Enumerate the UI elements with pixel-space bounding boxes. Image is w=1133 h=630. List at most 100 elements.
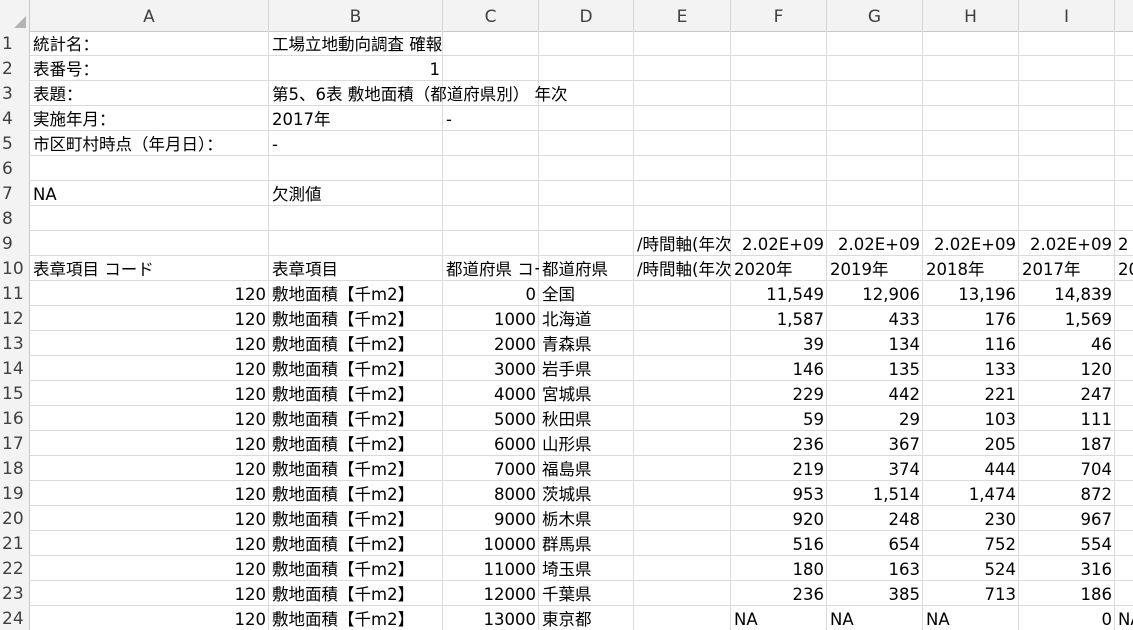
cell-value-2020[interactable]: 516	[731, 531, 827, 556]
cell-header[interactable]: 2018年	[923, 256, 1019, 281]
cell-item-code[interactable]: 120	[30, 356, 269, 381]
cell-pref[interactable]: 茨城県	[539, 481, 634, 506]
cell-pref[interactable]: 青森県	[539, 331, 634, 356]
cell-value-2017[interactable]: 967	[1019, 506, 1115, 531]
cell-item-code[interactable]: 120	[30, 606, 269, 630]
row-header-3[interactable]: 3	[0, 81, 30, 106]
column-header-i[interactable]: I	[1019, 0, 1115, 31]
row-header-6[interactable]: 6	[0, 156, 30, 181]
cell-value-2019[interactable]: 134	[827, 331, 923, 356]
cell-item[interactable]: 敷地面積【千m2】	[269, 606, 443, 630]
cell-value-2017[interactable]: 872	[1019, 481, 1115, 506]
cell-pref-code[interactable]: 0	[443, 281, 539, 306]
cell-value-2020[interactable]: 953	[731, 481, 827, 506]
cell-value-2018[interactable]: 524	[923, 556, 1019, 581]
cell-value-2018[interactable]: 116	[923, 331, 1019, 356]
cell-pref-code[interactable]: 5000	[443, 406, 539, 431]
cell-value-2018[interactable]: 133	[923, 356, 1019, 381]
cell-pref-code[interactable]: 8000	[443, 481, 539, 506]
cell-value-2017[interactable]: 554	[1019, 531, 1115, 556]
cell-value-2020[interactable]: 219	[731, 456, 827, 481]
cell-pref[interactable]: 千葉県	[539, 581, 634, 606]
cell-value[interactable]: -	[269, 131, 443, 156]
cell-pref[interactable]: 岩手県	[539, 356, 634, 381]
cell-pref-code[interactable]: 4000	[443, 381, 539, 406]
cell-value-2020[interactable]: 1,587	[731, 306, 827, 331]
cell-value-2019[interactable]: NA	[827, 606, 923, 630]
cell-item[interactable]: 敷地面積【千m2】	[269, 556, 443, 581]
cell-item-code[interactable]: 120	[30, 431, 269, 456]
cell-value-2017[interactable]: 704	[1019, 456, 1115, 481]
cell-item-code[interactable]: 120	[30, 506, 269, 531]
row-header-7[interactable]: 7	[0, 181, 30, 206]
row-header-4[interactable]: 4	[0, 106, 30, 131]
cell-value-2020[interactable]: 146	[731, 356, 827, 381]
cell-pref-code[interactable]: 7000	[443, 456, 539, 481]
cell-header[interactable]: 表章項目	[269, 256, 443, 281]
cell-time-code[interactable]: 2	[1115, 231, 1133, 256]
row-header-12[interactable]: 12	[0, 306, 30, 331]
cell-header[interactable]: 2020年	[731, 256, 827, 281]
cell-value-2019[interactable]: 163	[827, 556, 923, 581]
row-header-18[interactable]: 18	[0, 456, 30, 481]
cell-value-2020[interactable]: 236	[731, 581, 827, 606]
column-header-d[interactable]: D	[539, 0, 634, 31]
cell-item[interactable]: 敷地面積【千m2】	[269, 381, 443, 406]
cell-value-2018[interactable]: 103	[923, 406, 1019, 431]
cell-pref-code[interactable]: 1000	[443, 306, 539, 331]
cell-value-2017[interactable]: 0	[1019, 606, 1115, 630]
cell-item[interactable]: 敷地面積【千m2】	[269, 456, 443, 481]
cell-header[interactable]: 都道府県	[539, 256, 634, 281]
cell-item-code[interactable]: 120	[30, 381, 269, 406]
cell-value-2020[interactable]: 236	[731, 431, 827, 456]
column-header-f[interactable]: F	[731, 0, 827, 31]
cell-item[interactable]: 敷地面積【千m2】	[269, 431, 443, 456]
cell-item-code[interactable]: 120	[30, 456, 269, 481]
cell-item-code[interactable]: 120	[30, 306, 269, 331]
cell-label[interactable]: 統計名：	[30, 31, 102, 56]
cell-value-2020[interactable]: NA	[731, 606, 827, 630]
row-header-10[interactable]: 10	[0, 256, 30, 281]
cell-value-2016[interactable]: NA	[1115, 606, 1133, 630]
cell-value-2020[interactable]: 180	[731, 556, 827, 581]
cell-value-2018[interactable]: 221	[923, 381, 1019, 406]
cell-item-code[interactable]: 120	[30, 406, 269, 431]
cell-value[interactable]: 1	[269, 56, 443, 81]
row-header-16[interactable]: 16	[0, 406, 30, 431]
cell-value-2017[interactable]: 187	[1019, 431, 1115, 456]
cell-value-2018[interactable]: 205	[923, 431, 1019, 456]
cell-time-code[interactable]: 2.02E+09	[731, 231, 827, 256]
cell-value-2018[interactable]: 713	[923, 581, 1019, 606]
row-header-23[interactable]: 23	[0, 581, 30, 606]
cell-label[interactable]: 実施年月：	[30, 106, 119, 131]
row-header-1[interactable]: 1	[0, 31, 30, 56]
column-header-g[interactable]: G	[827, 0, 923, 31]
cell-item[interactable]: 敷地面積【千m2】	[269, 406, 443, 431]
cell-value-2018[interactable]: 230	[923, 506, 1019, 531]
cell-value-2020[interactable]: 39	[731, 331, 827, 356]
cell-pref-code[interactable]: 12000	[443, 581, 539, 606]
row-header-11[interactable]: 11	[0, 281, 30, 306]
cell-label[interactable]: 表題：	[30, 81, 86, 106]
cell-time-code[interactable]: 2.02E+09	[1019, 231, 1115, 256]
cell-value-2019[interactable]: 367	[827, 431, 923, 456]
cell-item-code[interactable]: 120	[30, 556, 269, 581]
cell-pref-code[interactable]: 3000	[443, 356, 539, 381]
cell-value-2017[interactable]: 14,839	[1019, 281, 1115, 306]
column-header-c[interactable]: C	[443, 0, 539, 31]
cell-pref-code[interactable]: 2000	[443, 331, 539, 356]
cell-time-code[interactable]: 2.02E+09	[923, 231, 1019, 256]
row-header-17[interactable]: 17	[0, 431, 30, 456]
row-header-13[interactable]: 13	[0, 331, 30, 356]
cell-value-2017[interactable]: 120	[1019, 356, 1115, 381]
column-header-e[interactable]: E	[634, 0, 731, 31]
cell-pref[interactable]: 東京都	[539, 606, 634, 630]
cell-item-code[interactable]: 120	[30, 481, 269, 506]
cell-item[interactable]: 敷地面積【千m2】	[269, 331, 443, 356]
cell-header[interactable]: 都道府県 コード	[443, 256, 539, 281]
cell-value-2019[interactable]: 135	[827, 356, 923, 381]
cell-value-2018[interactable]: 1,474	[923, 481, 1019, 506]
cell-value-2019[interactable]: 433	[827, 306, 923, 331]
cell-pref-code[interactable]: 6000	[443, 431, 539, 456]
cell-value-2019[interactable]: 654	[827, 531, 923, 556]
